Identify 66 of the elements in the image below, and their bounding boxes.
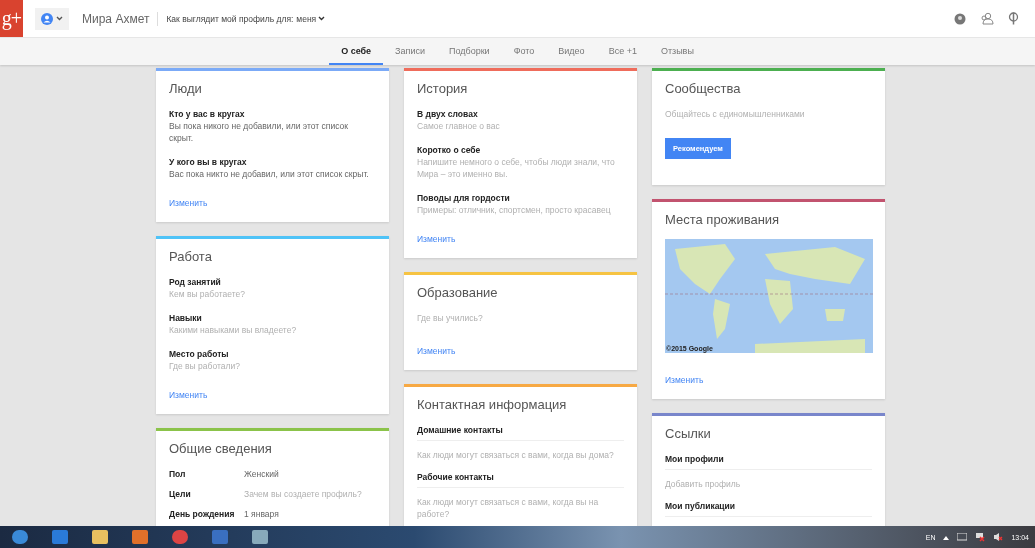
hint-text: Добавить профиль [665, 478, 742, 490]
fact-label: День рождения [169, 508, 236, 520]
profile-tab[interactable]: Подборки [436, 38, 502, 65]
hint-text: Где вы работали? [169, 360, 241, 372]
field-value: Женский [244, 468, 280, 480]
card-title: История [417, 81, 469, 96]
profile-tab[interactable]: Отзывы [648, 38, 706, 65]
flag-icon[interactable] [975, 532, 986, 542]
card-title: Контактная информация [417, 397, 568, 412]
section-label: Домашние контакты [417, 424, 624, 441]
profile-tab[interactable]: Фото [501, 38, 547, 65]
field-label: Кто у вас в кругах [169, 108, 246, 120]
avatar-icon [41, 12, 53, 25]
speaker-icon[interactable] [993, 532, 1004, 542]
field-label: Навыки [169, 312, 203, 324]
edit-link[interactable]: Изменить [417, 234, 456, 244]
field-value: Вас пока никто не добавил, или этот список скрыт. [169, 168, 369, 180]
account-button[interactable] [35, 7, 69, 30]
hint-text: Напишите немного о себе, чтобы люди знали, что Мира – это именно вы. [417, 156, 616, 180]
card-title: Ссылки [665, 426, 712, 441]
edit-link[interactable]: Изменить [169, 198, 208, 208]
hint-text: Кем вы работаете? [169, 288, 246, 300]
field-label: Коротко о себе [417, 144, 482, 156]
field-label: Род занятий [169, 276, 222, 288]
card-title: Работа [169, 249, 213, 264]
hint-text: Какими навыками вы владеете? [169, 324, 298, 336]
people-icon[interactable] [980, 12, 994, 25]
share-icon[interactable] [1008, 12, 1019, 25]
view-as-label: Как выглядит мой профиль для: [166, 13, 294, 24]
fact-label: Цели [169, 488, 192, 500]
hint-text: Самое главное о вас [417, 120, 501, 132]
field-value: Вы пока никого не добавили, или этот список скрыт. [169, 120, 349, 144]
profile-tab[interactable]: Видео [546, 38, 597, 65]
edit-link[interactable]: Изменить [665, 375, 704, 385]
profile-tab[interactable]: О себе [329, 38, 384, 65]
hint-text: Примеры: отличник, спортсмен, просто красавец [417, 204, 612, 216]
logo[interactable]: g+ [0, 0, 23, 37]
hint-text: Как люди могут связаться с вами, когда вы на работе? [417, 496, 600, 520]
card-title: Люди [169, 81, 203, 96]
fact-label: Пол [169, 468, 187, 480]
card-title: Сообщества [665, 81, 742, 96]
edit-link[interactable]: Изменить [417, 346, 456, 356]
caret-icon [56, 16, 63, 21]
card-title: Общие сведения [169, 441, 273, 456]
hint-text: Общайтесь с единомышленниками [665, 108, 806, 120]
field-label: У кого вы в кругах [169, 156, 248, 168]
field-label: В двух словах [417, 108, 479, 120]
notification-icon[interactable] [954, 12, 966, 25]
hint-text: Где вы учились? [417, 312, 484, 324]
section-label: Мои профили [665, 453, 872, 470]
tray-arrow-icon[interactable] [943, 534, 950, 540]
card-title: Образование [417, 285, 499, 300]
field-label: Место работы [169, 348, 230, 360]
section-label: Рабочие контакты [417, 471, 624, 488]
edit-link[interactable]: Изменить [169, 390, 208, 400]
card-title: Места проживания [665, 212, 781, 227]
section-label: Мои публикации [665, 500, 872, 517]
view-as-dropdown[interactable]: меня [296, 13, 326, 24]
field-value: 1 января [244, 508, 280, 520]
profile-tab[interactable]: Записи [383, 38, 437, 65]
user-name: Мира Ахмет [82, 11, 159, 26]
field-label: Поводы для гордости [417, 192, 511, 204]
caret-icon [318, 16, 326, 21]
hint-text: Зачем вы создаете профиль? [244, 488, 363, 500]
profile-tab[interactable]: Все +1 [596, 38, 649, 65]
hint-text: Как люди могут связаться с вами, когда вы дома? [417, 449, 615, 461]
